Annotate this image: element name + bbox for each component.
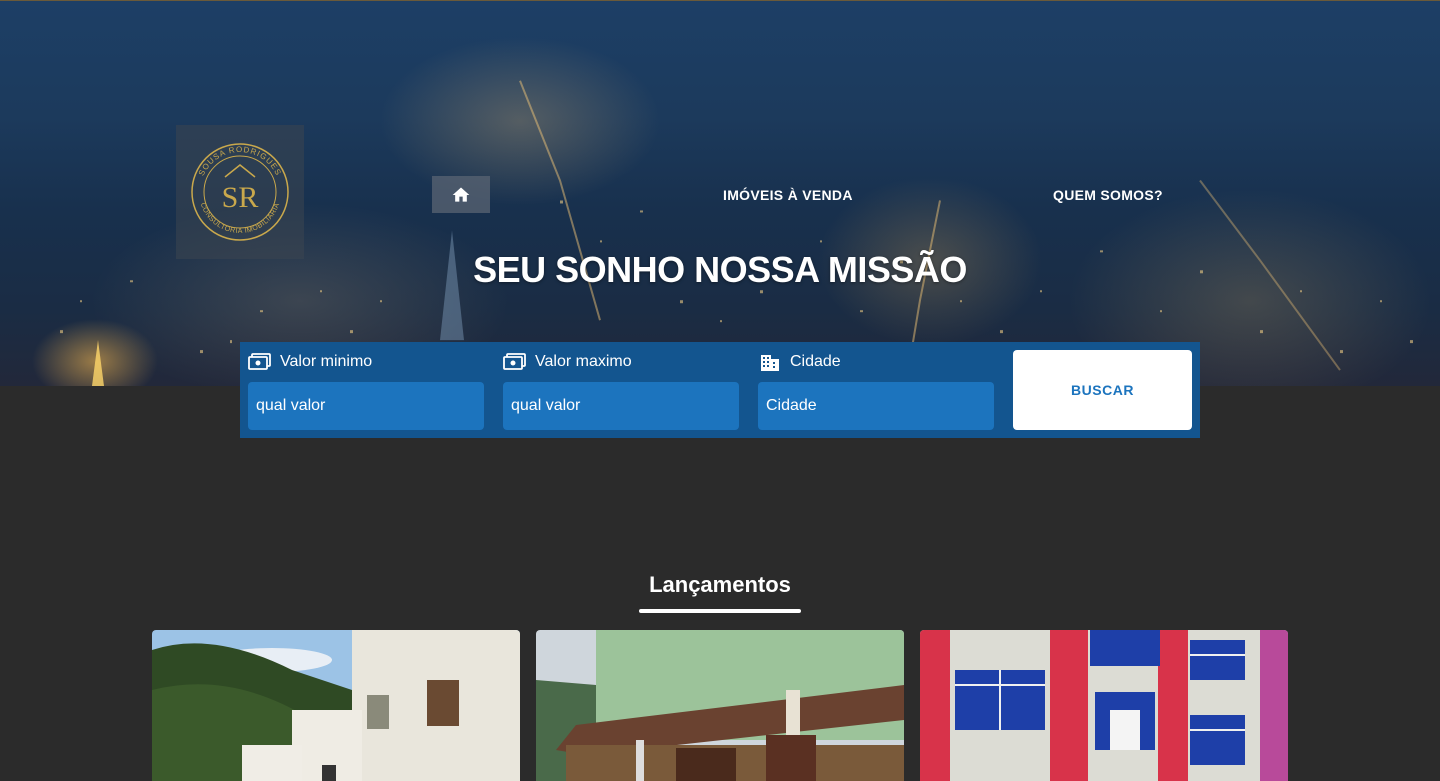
property-photo-3 <box>920 630 1288 781</box>
property-card-2[interactable] <box>536 630 904 781</box>
property-card-3[interactable] <box>920 630 1288 781</box>
money-icon <box>503 353 526 370</box>
logo[interactable]: SR SOUSA RODRIGUES CONSULTORIA IMOBILIAR… <box>176 125 304 259</box>
min-value-input[interactable]: qual valor <box>248 382 484 430</box>
search-button[interactable]: BUSCAR <box>1013 350 1192 430</box>
nav-quem-somos[interactable]: QUEM SOMOS? <box>1053 187 1163 203</box>
home-button[interactable] <box>432 176 490 213</box>
money-icon <box>248 353 271 370</box>
home-icon <box>452 187 470 202</box>
max-value-input[interactable]: qual valor <box>503 382 739 430</box>
min-value-label: Valor minimo <box>280 353 373 370</box>
logo-monogram: SR <box>222 181 259 214</box>
hero-title: SEU SONHO NOSSA MISSÃO <box>473 249 967 290</box>
property-photo-1 <box>152 630 520 781</box>
max-value-label: Valor maximo <box>535 353 632 370</box>
property-card-1[interactable] <box>152 630 520 781</box>
hero-banner: SR SOUSA RODRIGUES CONSULTORIA IMOBILIAR… <box>0 0 1440 386</box>
launches-underline <box>639 609 801 613</box>
city-label: Cidade <box>790 353 841 370</box>
search-panel: Valor minimo qual valor Valor maximo qua… <box>240 342 1200 438</box>
logo-emblem: SR SOUSA RODRIGUES CONSULTORIA IMOBILIAR… <box>191 143 289 241</box>
launches-title: Lançamentos <box>649 572 791 597</box>
nav-imoveis-a-venda[interactable]: IMÓVEIS À VENDA <box>723 187 853 203</box>
building-icon <box>761 355 779 371</box>
city-input[interactable]: Cidade <box>758 382 994 430</box>
property-photo-2 <box>536 630 904 781</box>
